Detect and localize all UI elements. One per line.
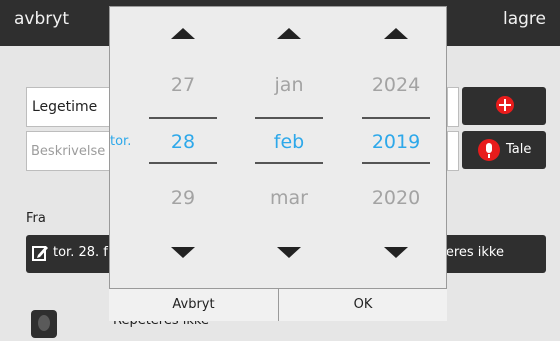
- microphone-icon: [478, 139, 500, 161]
- year-prev[interactable]: 2024: [356, 74, 436, 96]
- edit-icon: [32, 246, 48, 261]
- day-down-arrow-icon[interactable]: [171, 247, 195, 258]
- title-field[interactable]: Legetime: [26, 87, 110, 127]
- year-up-arrow-icon[interactable]: [384, 28, 408, 39]
- cancel-link[interactable]: avbryt: [14, 9, 69, 29]
- year-down-arrow-icon[interactable]: [384, 247, 408, 258]
- repeat-button-text: eres ikke: [445, 245, 504, 260]
- delete-button[interactable]: [31, 310, 57, 338]
- year-selection-line-top: [362, 117, 430, 119]
- year-selected[interactable]: 2019: [356, 131, 436, 153]
- day-selection-line-top: [149, 117, 217, 119]
- day-selection-line-bottom: [149, 162, 217, 164]
- picker-ok-button[interactable]: OK: [279, 288, 447, 321]
- month-selection-line-top: [255, 117, 323, 119]
- month-selected[interactable]: feb: [249, 131, 329, 153]
- day-selected[interactable]: 28: [143, 131, 223, 153]
- speech-button-label: Tale: [506, 142, 532, 157]
- from-date-text: tor. 28. f: [53, 245, 108, 260]
- day-next[interactable]: 29: [143, 187, 223, 209]
- day-prev[interactable]: 27: [143, 74, 223, 96]
- add-button[interactable]: [462, 87, 546, 125]
- trash-icon: [38, 315, 50, 331]
- save-link[interactable]: lagre: [503, 9, 546, 29]
- month-down-arrow-icon[interactable]: [277, 247, 301, 258]
- month-prev[interactable]: jan: [249, 74, 329, 96]
- picker-cancel-button[interactable]: Avbryt: [109, 288, 279, 321]
- description-placeholder: Beskrivelse: [31, 144, 106, 159]
- year-next[interactable]: 2020: [356, 187, 436, 209]
- month-up-arrow-icon[interactable]: [277, 28, 301, 39]
- title-field-edge[interactable]: [447, 87, 459, 127]
- day-up-arrow-icon[interactable]: [171, 28, 195, 39]
- description-field-edge[interactable]: [447, 131, 459, 171]
- month-selection-line-bottom: [255, 162, 323, 164]
- weekday-label: tor.: [110, 134, 132, 149]
- title-value: Legetime: [32, 99, 98, 115]
- plus-icon: [496, 96, 514, 114]
- speech-button[interactable]: Tale: [462, 131, 546, 169]
- description-field[interactable]: Beskrivelse: [26, 131, 110, 171]
- from-label: Fra: [26, 211, 46, 226]
- month-next[interactable]: mar: [249, 187, 329, 209]
- year-selection-line-bottom: [362, 162, 430, 164]
